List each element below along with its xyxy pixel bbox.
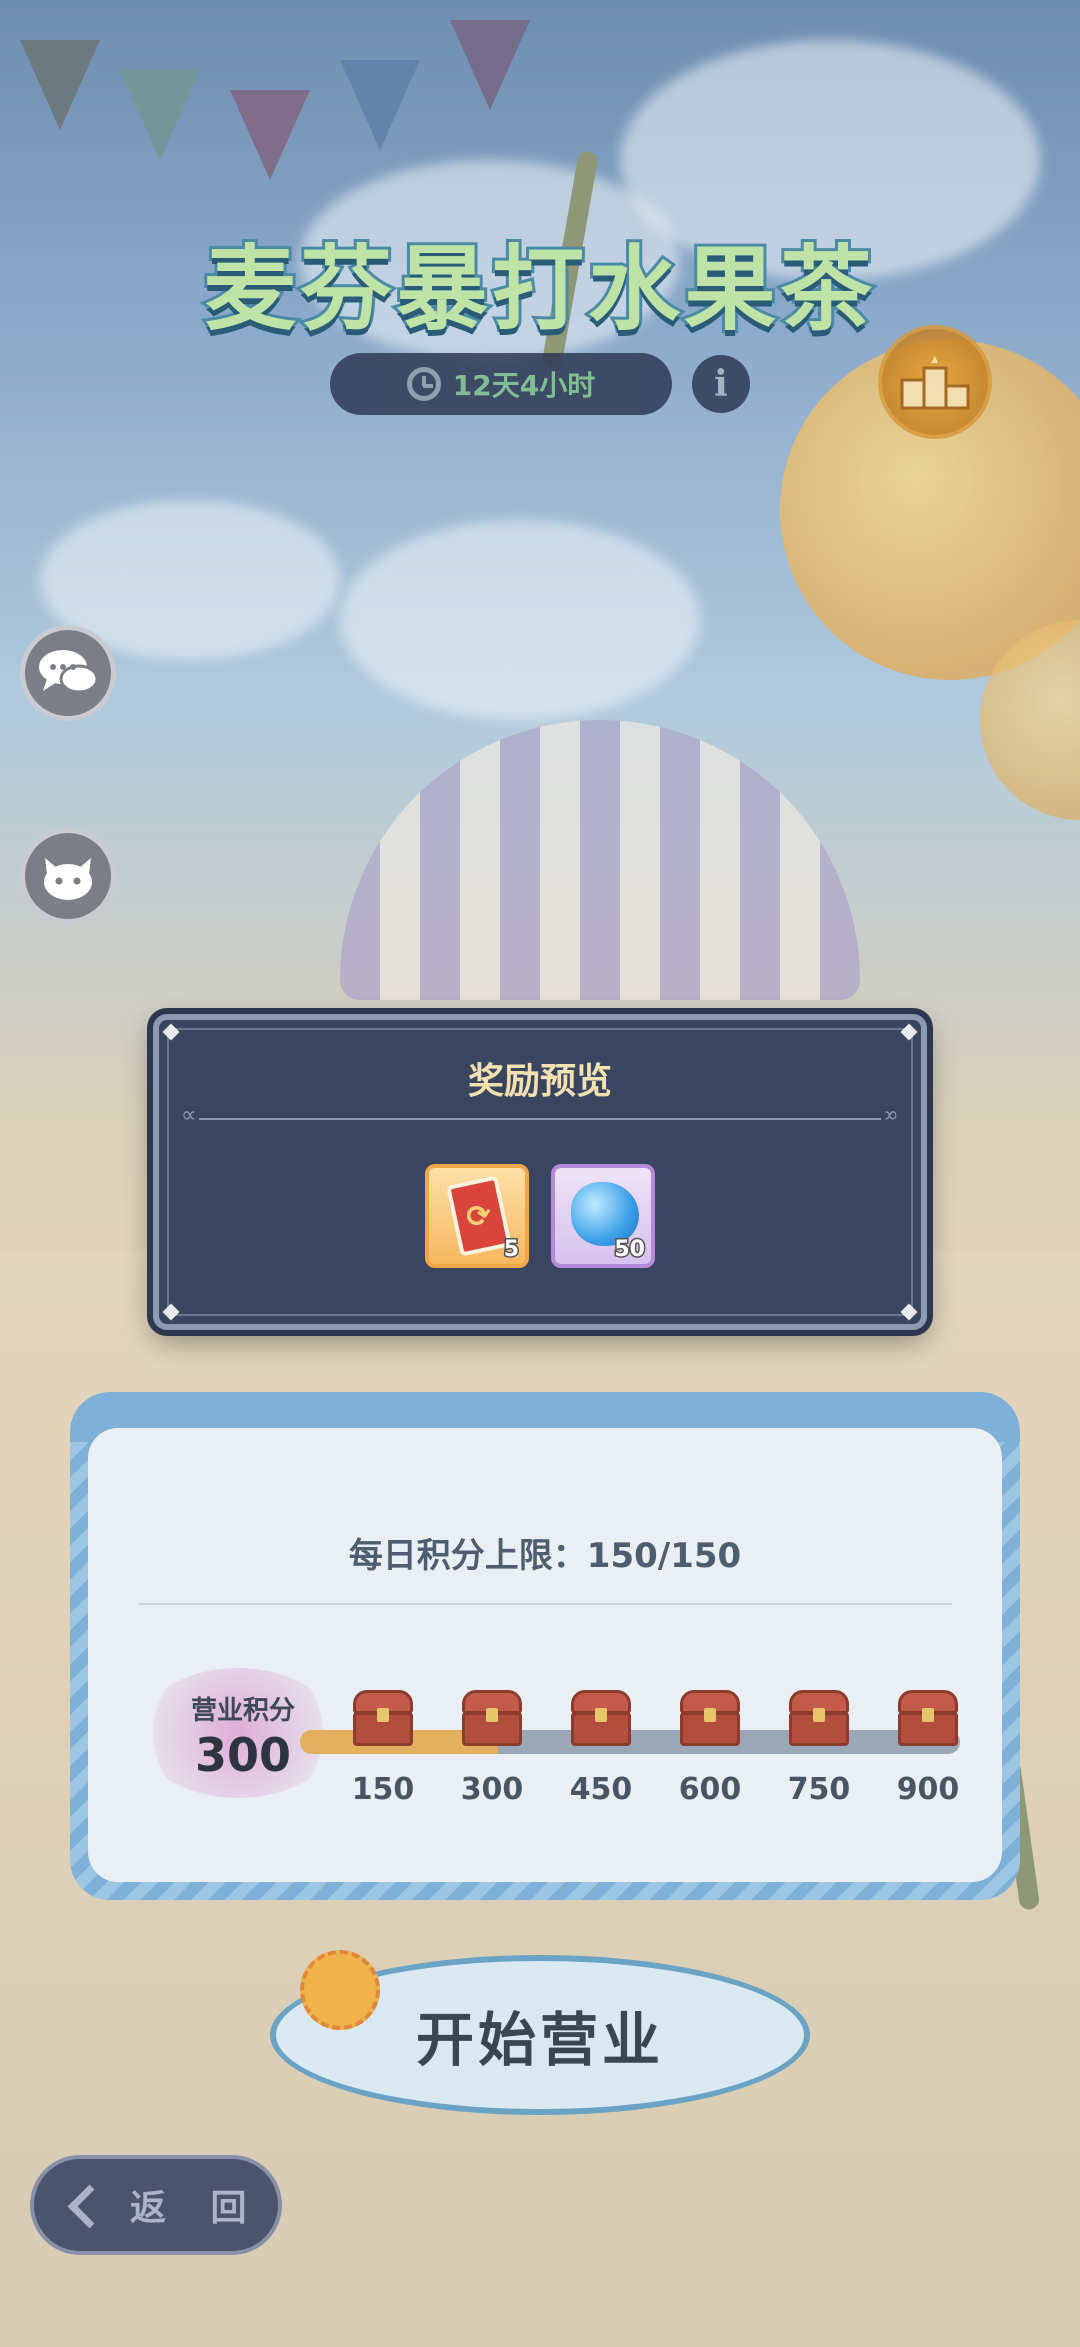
cat-face-icon — [44, 858, 92, 900]
milestone-list[interactable]: 150 300 450 600 750 900 — [338, 1690, 978, 1810]
podium-icon — [900, 356, 970, 410]
chest-icon — [789, 1690, 849, 1746]
milestone-item[interactable]: 750 — [774, 1690, 864, 1807]
milestone-label: 750 — [787, 1772, 851, 1807]
event-timer: 12天4小时 — [330, 353, 672, 415]
card-icon: ⟳ — [446, 1175, 512, 1257]
points-panel: 每日积分上限：150/150 营业积分 300 150 300 450 600 — [70, 1392, 1020, 1900]
reward-gem-item[interactable]: 50 — [551, 1164, 655, 1268]
back-button-label: 返 回 — [130, 2188, 263, 2229]
milestone-item[interactable]: 300 — [447, 1690, 537, 1807]
daily-limit-text: 每日积分上限：150/150 — [348, 1536, 742, 1576]
ranking-button[interactable] — [878, 325, 992, 439]
reward-quantity: 5 — [502, 1236, 520, 1264]
milestone-label: 600 — [678, 1772, 742, 1807]
info-icon: i — [714, 363, 728, 405]
milestone-item[interactable]: 900 — [883, 1690, 973, 1807]
pet-button[interactable] — [20, 828, 116, 924]
modal-title: 奖励预览 — [467, 1061, 612, 1102]
start-button-label: 开始营业 — [415, 2006, 664, 2074]
chat-button[interactable] — [20, 625, 116, 721]
reward-preview-modal: 奖励预览 ⟳ 5 50 — [153, 1014, 927, 1330]
milestone-label: 900 — [896, 1772, 960, 1807]
milestone-label: 300 — [460, 1772, 524, 1807]
chest-icon — [353, 1690, 413, 1746]
milestone-item[interactable]: 600 — [665, 1690, 755, 1807]
milestone-label: 450 — [569, 1772, 633, 1807]
chest-icon — [462, 1690, 522, 1746]
title-divider — [181, 1103, 881, 1128]
chat-icon — [39, 650, 99, 694]
reward-card-item[interactable]: ⟳ 5 — [425, 1164, 529, 1268]
chest-icon — [680, 1690, 740, 1746]
chest-icon — [571, 1690, 631, 1746]
milestone-item[interactable]: 450 — [556, 1690, 646, 1807]
reward-quantity: 50 — [613, 1236, 647, 1264]
panel-divider — [138, 1603, 952, 1605]
reward-list: ⟳ 5 50 — [159, 1164, 921, 1268]
sun-sticker-icon — [300, 1950, 380, 2030]
panel-body: 每日积分上限：150/150 营业积分 300 150 300 450 600 — [88, 1428, 1002, 1882]
chest-icon — [898, 1690, 958, 1746]
clock-icon — [406, 367, 441, 401]
back-button[interactable]: 返 回 — [30, 2155, 282, 2255]
back-arrow-icon — [66, 2185, 106, 2225]
timer-text: 12天4小时 — [452, 369, 596, 402]
info-button[interactable]: i — [692, 355, 750, 413]
milestone-label: 150 — [351, 1772, 415, 1807]
milestone-item[interactable]: 150 — [338, 1690, 428, 1807]
score-label: 营业积分 — [190, 1696, 295, 1726]
